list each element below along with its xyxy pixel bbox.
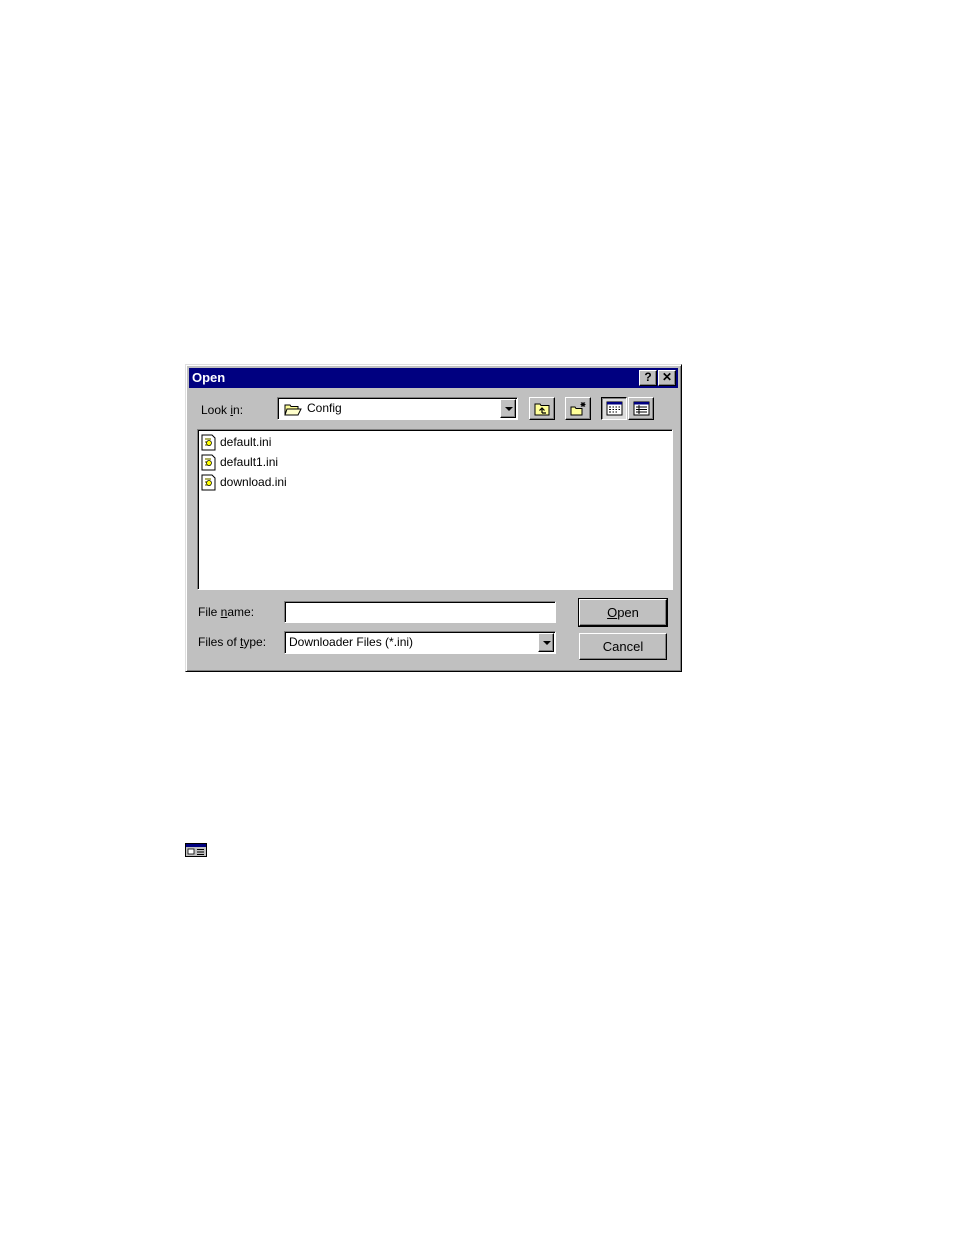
file-name-label: File name: (198, 605, 255, 619)
look-in-dropdown[interactable]: Config (277, 397, 518, 420)
files-of-type-value: Downloader Files (*.ini) (289, 635, 414, 649)
help-button[interactable]: ? (639, 370, 657, 386)
details-view-icon (633, 401, 650, 416)
open-button[interactable]: Open (578, 598, 668, 627)
ini-file-icon (201, 454, 216, 470)
list-item[interactable]: download.ini (201, 473, 287, 491)
files-of-type-dropdown-arrow[interactable] (538, 633, 554, 652)
ini-file-icon (201, 434, 216, 450)
file-name: download.ini (220, 475, 287, 489)
look-in-dropdown-arrow[interactable] (500, 399, 516, 418)
dialog-window-icon (185, 843, 207, 857)
ini-file-icon (201, 474, 216, 490)
list-item[interactable]: default.ini (201, 433, 271, 451)
file-name: default.ini (220, 435, 272, 449)
folder-icon (284, 404, 302, 416)
file-name: default1.ini (220, 455, 279, 469)
look-in-value: Config (307, 401, 342, 415)
file-list[interactable]: default.ini default1.ini download.ini (197, 429, 673, 590)
list-view-button[interactable] (601, 397, 627, 420)
files-of-type-label: Files of type: (198, 635, 267, 649)
close-button[interactable]: ✕ (658, 370, 676, 386)
up-folder-icon (534, 403, 550, 416)
dialog-title: Open (192, 370, 226, 385)
files-of-type-dropdown[interactable]: Downloader Files (*.ini) (284, 631, 556, 654)
look-in-label: Look in: (201, 403, 244, 417)
list-item[interactable]: default1.ini (201, 453, 278, 471)
up-one-level-button[interactable] (529, 397, 555, 420)
open-dialog: Open ? ✕ Look in: Config default.ini def… (185, 364, 682, 672)
create-new-folder-button[interactable] (565, 397, 591, 420)
title-bar[interactable]: Open ? ✕ (189, 368, 678, 388)
list-view-icon (606, 401, 623, 416)
details-view-button[interactable] (628, 397, 654, 420)
cancel-button[interactable]: Cancel (579, 633, 667, 660)
new-folder-icon (570, 402, 586, 416)
file-name-input[interactable] (284, 601, 556, 623)
